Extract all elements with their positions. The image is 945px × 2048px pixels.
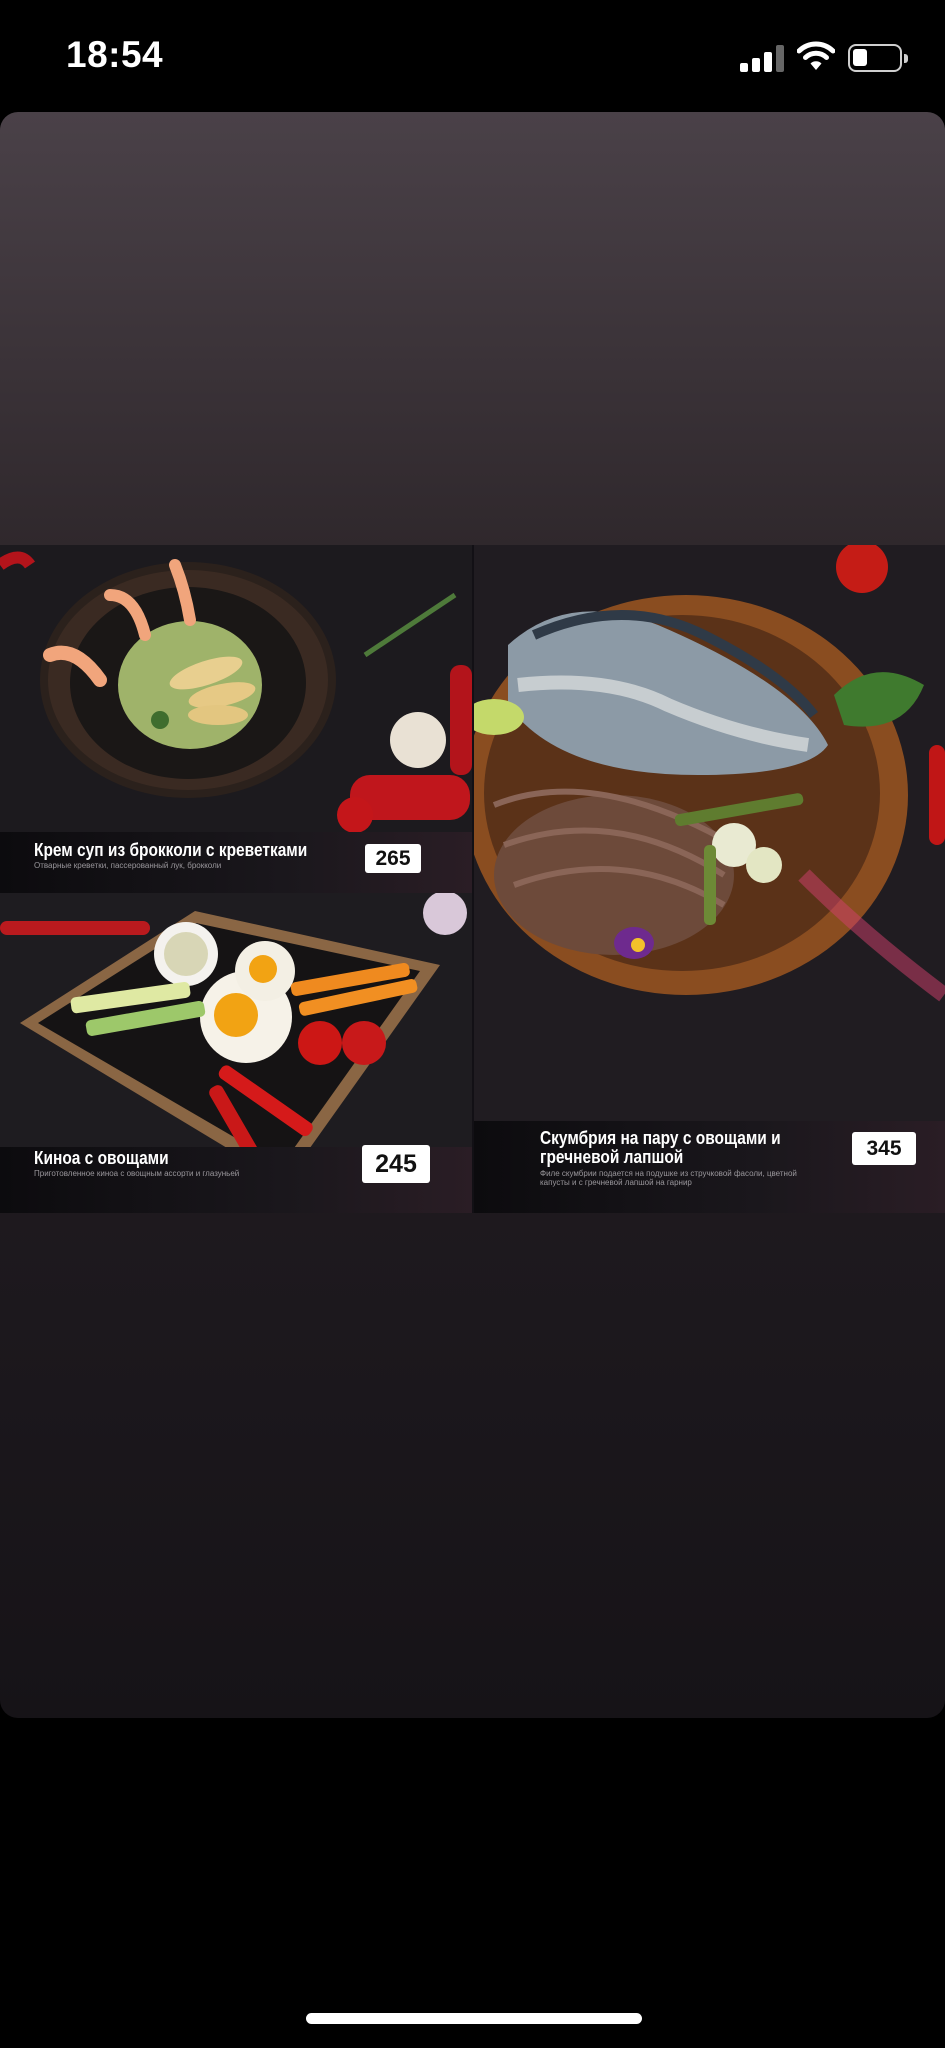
dish-name: Крем суп из брокколи с креветками [34, 840, 308, 860]
dish-description: Приготовленное киноа с овощным ассорти и… [34, 1169, 240, 1178]
menu-page-image[interactable]: Крем суп из брокколи с креветками Отварн… [0, 545, 945, 1213]
menu-item-mackerel[interactable]: Скумбрия на пару с овощами и гречневой л… [474, 545, 945, 1213]
battery-icon [848, 44, 908, 72]
menu-item-quinoa[interactable]: Киноа с овощами Приготовленное киноа с о… [0, 893, 472, 1213]
status-bar: 18:54 [0, 0, 945, 112]
dish-name: Скумбрия на пару с овощами и гречневой л… [540, 1128, 781, 1167]
cellular-signal-icon [740, 44, 784, 72]
price-tag: 265 [365, 844, 421, 873]
home-indicator[interactable] [306, 2013, 642, 2024]
price-tag: 245 [362, 1145, 430, 1183]
image-viewer[interactable]: Крем суп из брокколи с креветками Отварн… [0, 112, 945, 1718]
mackerel-photo [474, 545, 945, 1213]
wifi-icon [797, 40, 835, 72]
dish-name: Киноа с овощами [34, 1148, 169, 1168]
dish-description: Отварные креветки, пассерованный лук, бр… [34, 861, 222, 870]
status-time: 18:54 [66, 34, 164, 75]
menu-item-broccoli-soup[interactable]: Крем суп из брокколи с креветками Отварн… [0, 545, 472, 893]
dish-description: Филе скумбрии подается на подушке из стр… [540, 1169, 797, 1187]
price-tag: 345 [852, 1132, 916, 1165]
